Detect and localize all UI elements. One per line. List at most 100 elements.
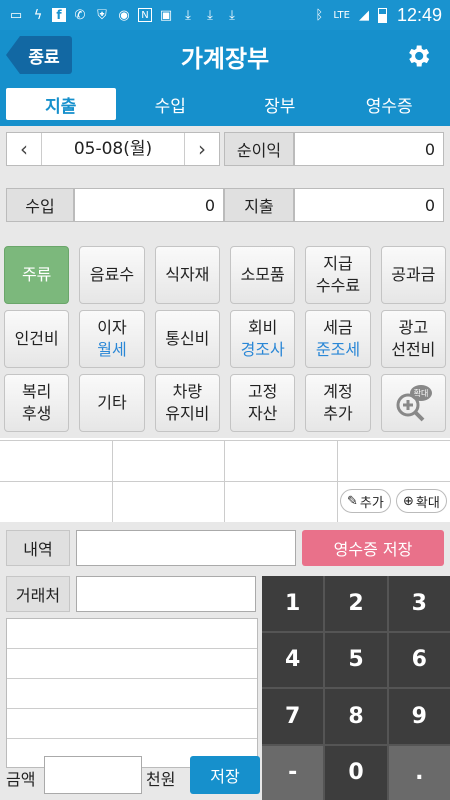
chevron-left-icon[interactable]: ‹ — [7, 133, 41, 165]
add-account-button[interactable]: 계정 추가 — [305, 374, 371, 432]
zoom-in-icon: 확대 — [396, 385, 433, 422]
amount-input[interactable] — [44, 756, 142, 794]
category-button[interactable]: 복리 후생 — [4, 374, 70, 432]
key-8[interactable]: 8 — [325, 689, 387, 744]
facebook-icon: f — [52, 8, 66, 22]
income-label: 수입 — [6, 188, 74, 222]
table-cell[interactable] — [0, 441, 113, 482]
category-button[interactable]: 세금준조세 — [305, 310, 371, 368]
table-cell[interactable] — [225, 441, 338, 482]
key-5[interactable]: 5 — [325, 632, 387, 687]
category-label-line2: 수수료 — [315, 276, 361, 295]
expense-label: 지출 — [224, 188, 294, 222]
category-label: 인건비 — [14, 329, 59, 348]
category-button[interactable]: 회비경조사 — [230, 310, 296, 368]
save-receipt-button[interactable]: 영수증 저장 — [302, 530, 444, 566]
category-button[interactable]: 공과금 — [380, 246, 446, 304]
status-bar: ▭ ϟ f ✆ ⛨ ◉ N ▣ ⤓ ⤓ ⤓ ᛒ LTE ◢ 12:49 — [0, 0, 450, 30]
gear-icon[interactable] — [404, 42, 432, 70]
category-grid: 주류 음료수 식자재 소모품 지급수수료 공과금 인건비 이자 월세 통신비 회비… — [0, 240, 450, 438]
key-6[interactable]: 6 — [388, 632, 450, 687]
category-button[interactable]: 지급수수료 — [305, 246, 371, 304]
key-1[interactable]: 1 — [262, 576, 324, 631]
key-4[interactable]: 4 — [262, 632, 324, 687]
page-title: 가계장부 — [180, 44, 270, 73]
category-button[interactable]: 광고 선전비 — [380, 310, 446, 368]
key-9[interactable]: 9 — [388, 689, 450, 744]
category-sub-label: 월세 — [97, 340, 127, 359]
table-cell[interactable] — [225, 482, 338, 523]
category-label: 주류 — [21, 265, 52, 284]
key-7[interactable]: 7 — [262, 689, 324, 744]
category-button[interactable]: 고정 자산 — [230, 374, 296, 432]
amount-label: 금액 — [6, 770, 36, 789]
summary-panel: ‹ 05-08(월) › 순이익 0 수입 0 지출 0 — [0, 126, 450, 240]
table-cell[interactable] — [113, 482, 225, 523]
category-button[interactable]: 소모품 — [230, 246, 296, 304]
category-button[interactable]: 식자재 — [154, 246, 220, 304]
exit-button[interactable]: 종료 — [6, 36, 72, 74]
tab-ledger[interactable]: 장부 — [225, 88, 335, 120]
category-button[interactable]: 이자 월세 — [79, 310, 145, 368]
key-2[interactable]: 2 — [325, 576, 387, 631]
add-entry-button[interactable]: ✎ 추가 — [340, 489, 391, 513]
list-item[interactable] — [7, 619, 257, 649]
category-button[interactable]: 주류 — [4, 246, 70, 304]
zoom-grid-button[interactable]: 확대 — [380, 374, 446, 432]
chevron-right-icon[interactable]: › — [185, 133, 219, 165]
add-entry-label: 추가 — [359, 495, 384, 511]
list-item[interactable] — [7, 649, 257, 679]
tab-receipt[interactable]: 영수증 — [335, 88, 445, 120]
tab-income[interactable]: 수입 — [116, 88, 226, 120]
signal-icon: ◢ — [358, 7, 369, 23]
category-label-line2: 선전비 — [391, 340, 436, 359]
memo-input[interactable] — [76, 530, 296, 566]
vendor-input[interactable] — [76, 576, 256, 612]
category-button[interactable]: 음료수 — [79, 246, 145, 304]
chat-icon: ▭ — [9, 7, 23, 23]
category-button[interactable]: 인건비 — [4, 310, 70, 368]
vendor-list[interactable] — [6, 618, 258, 768]
category-label: 기타 — [97, 393, 127, 412]
category-label: 식자재 — [165, 265, 210, 284]
date-selector: ‹ 05-08(월) › — [6, 132, 220, 166]
battery-icon — [377, 7, 387, 23]
app-header: 종료 가계장부 — [0, 30, 450, 82]
category-button[interactable]: 기타 — [79, 374, 145, 432]
bolt-icon: ϟ — [33, 7, 43, 23]
category-label: 세금 — [323, 318, 353, 337]
tab-expense[interactable]: 지출 — [6, 88, 116, 120]
vpn-icon: ⛨ — [97, 7, 107, 23]
category-button[interactable]: 차량 유지비 — [154, 374, 220, 432]
vendor-label: 거래처 — [6, 576, 70, 612]
date-display[interactable]: 05-08(월) — [41, 133, 185, 165]
category-label: 고정 — [247, 382, 278, 401]
list-item[interactable] — [7, 679, 257, 709]
table-cell[interactable] — [338, 441, 450, 482]
category-sub-label: 경조사 — [240, 340, 285, 359]
entry-form: 내역 영수증 저장 거래처 금액 천원 저장 1 2 3 4 5 6 7 8 9… — [0, 522, 450, 800]
key-dot[interactable]: . — [388, 745, 450, 800]
network-type: LTE — [333, 9, 350, 21]
category-button[interactable]: 통신비 — [154, 310, 220, 368]
key-0[interactable]: 0 — [325, 745, 387, 800]
category-label: 차량 — [172, 382, 203, 401]
category-label: 음료수 — [89, 265, 135, 284]
table-cell[interactable] — [0, 482, 113, 523]
zoom-table-button[interactable]: ⊕ 확대 — [396, 489, 447, 513]
key-3[interactable]: 3 — [388, 576, 450, 631]
entry-table: ✎ 추가 ⊕ 확대 — [0, 440, 450, 523]
list-item[interactable] — [7, 709, 257, 739]
system-icons: ᛒ LTE ◢ 12:49 — [311, 5, 442, 26]
category-sub-label: 준조세 — [315, 340, 361, 359]
income-value: 0 — [74, 188, 224, 222]
key-minus[interactable]: - — [262, 745, 324, 800]
category-label: 회비 — [247, 318, 278, 337]
numeric-keypad: 1 2 3 4 5 6 7 8 9 - 0 . — [262, 576, 450, 800]
category-label: 지급 — [323, 254, 353, 273]
pencil-icon: ✎ — [347, 493, 358, 509]
save-button[interactable]: 저장 — [190, 756, 260, 794]
table-cell[interactable] — [113, 441, 225, 482]
memo-label: 내역 — [6, 530, 70, 566]
category-label-line2: 후생 — [21, 404, 52, 423]
